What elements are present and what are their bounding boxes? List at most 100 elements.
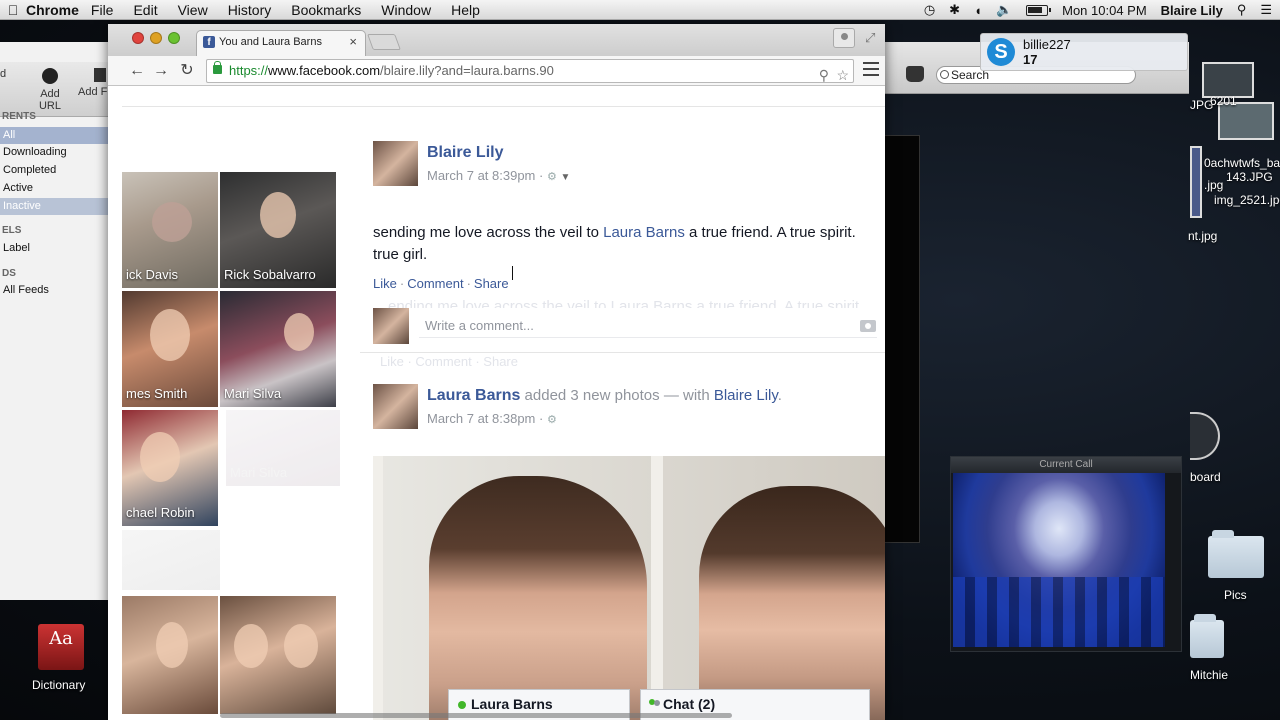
menu-bookmarks[interactable]: Bookmarks [291,2,361,18]
spotlight-icon[interactable]: ⚲ [1237,2,1247,18]
menu-app-name[interactable]: Chrome [26,2,79,18]
post2-tagged-link[interactable]: Blaire Lily [714,387,778,404]
skype-call-window[interactable]: Current Call [950,456,1182,652]
bluetooth-icon[interactable]: ✱ [949,2,960,18]
chrome-menu-icon[interactable] [863,62,879,76]
filter-active[interactable]: Active [0,180,108,197]
commenter-avatar [373,308,409,344]
fullscreen-icon[interactable]: ⤢ [865,30,879,45]
back-arrow-icon[interactable]: ← [126,60,148,82]
privacy-gear-icon[interactable]: ⚙ [547,414,557,426]
friend-tile[interactable]: Rick Sobalvarro [220,172,336,288]
menu-window[interactable]: Window [381,2,431,18]
notification-center-icon[interactable]: ☰ [1260,2,1272,18]
desktop-file-label[interactable]: 143.JPG [1226,170,1273,184]
forward-arrow-icon[interactable]: → [150,60,172,82]
privacy-gear-icon[interactable]: ⚙ [547,171,557,183]
add-url-button[interactable]: Add URL [28,68,72,112]
close-window-button[interactable] [132,32,144,44]
friend-tile-faded[interactable] [122,530,220,590]
friend-tile[interactable] [220,596,336,714]
menu-help[interactable]: Help [451,2,480,18]
pics-folder-label[interactable]: Pics [1224,588,1247,602]
mitchie-folder-icon[interactable] [1190,614,1224,658]
post-divider [360,352,885,353]
post-mention-link[interactable]: Laura Barns [603,224,685,241]
filter-downloading[interactable]: Downloading [0,144,108,161]
toolbar-cut-item[interactable]: d [0,68,10,80]
tab-facebook[interactable]: f You and Laura Barns × [196,30,366,57]
desktop-file-label[interactable]: nt.jpg [1188,229,1217,243]
friend-photo [260,192,296,238]
menu-view[interactable]: View [178,2,208,18]
friend-tile[interactable]: chael Robin [122,410,218,526]
zoom-window-button[interactable] [168,32,180,44]
torrents-section-label: RENTS [2,111,36,122]
friend-photo [156,622,188,668]
time-machine-icon[interactable]: ◷ [924,2,935,18]
add-url-label: Add URL [38,88,61,112]
battery-icon[interactable] [1026,4,1052,16]
post-options-caret-icon[interactable]: ▼ [560,172,570,183]
post2-timestamp[interactable]: March 7 at 8:38pm [427,411,535,426]
filter-completed[interactable]: Completed [0,162,108,179]
friend-tile[interactable]: mes Smith [122,291,218,407]
friend-tile[interactable]: ick Davis [122,172,218,288]
volume-icon[interactable]: 🔈 [996,2,1012,18]
like-link[interactable]: Like [373,276,397,291]
horizontal-scrollbar[interactable] [220,713,732,718]
post-timestamp[interactable]: March 7 at 8:39pm [427,168,535,183]
new-tab-button[interactable] [367,34,401,50]
search-icon[interactable]: ⚲ [819,64,829,82]
friend-tile[interactable] [122,596,218,714]
friend-tile[interactable]: Mari Silva [220,291,336,407]
skype-notification[interactable]: S billie227 17 [980,33,1188,71]
desktop-file-label[interactable]: 0achwtwfs_ba [1204,156,1280,170]
post2-photo[interactable] [373,456,885,720]
reload-icon[interactable]: ↻ [176,60,198,82]
desktop-image-thumb[interactable] [1190,146,1202,218]
post-author-name[interactable]: Blaire Lily [427,144,503,162]
page-viewport[interactable]: ick Davis Rick Sobalvarro mes Smith Mari… [122,86,885,720]
feeds-section-label: DS [2,268,16,279]
address-bar[interactable]: https://www.facebook.com/blaire.lily?and… [206,59,854,83]
friend-tile-faded[interactable]: Mari Silva [226,410,340,486]
dictionary-app-label[interactable]: Dictionary [32,678,85,692]
share-link[interactable]: Share [474,276,509,291]
apple-icon[interactable]:  [2,2,24,18]
phone-icon[interactable] [906,66,924,82]
camera-icon[interactable] [860,320,876,332]
desktop-file-label[interactable]: .jpg [1204,178,1223,192]
minimize-window-button[interactable] [150,32,162,44]
comment-input[interactable]: Write a comment... [419,314,877,338]
wifi-icon[interactable]: ◖ [974,3,982,18]
labels-section-label: ELS [2,225,22,236]
post-body: sending me love across the veil to Laura… [373,222,885,266]
clock[interactable]: Mon 10:04 PM [1062,3,1147,18]
all-feeds-item[interactable]: All Feeds [0,282,108,299]
menu-file[interactable]: File [91,2,114,18]
desktop-image-thumb[interactable] [1202,62,1254,98]
filter-inactive[interactable]: Inactive [0,198,108,215]
filter-all[interactable]: All [0,127,108,144]
dictionary-app-icon[interactable]: Aa [38,624,84,670]
friend-photo [152,202,192,242]
tab-close-icon[interactable]: × [349,31,357,53]
comment-link[interactable]: Comment [407,276,463,291]
menu-edit[interactable]: Edit [133,2,157,18]
bookmark-star-icon[interactable]: ☆ [836,64,849,82]
pics-folder-icon[interactable] [1208,530,1264,578]
desktop-file-label[interactable]: img_2521.jpg [1214,193,1280,207]
friend-name: mes Smith [126,386,188,401]
post2-author-name[interactable]: Laura Barns [427,387,520,404]
mitchie-folder-label[interactable]: Mitchie [1190,668,1228,682]
post2-author-avatar[interactable] [373,384,418,429]
desktop-file-label[interactable]: 6201 [1210,94,1237,108]
menu-history[interactable]: History [228,2,272,18]
post-author-avatar[interactable] [373,141,418,186]
profile-button[interactable] [833,28,855,48]
label-item[interactable]: Label [0,240,108,257]
user-name[interactable]: Blaire Lily [1161,3,1223,18]
post-text-line2: true girl. [373,246,428,263]
dashboard-label[interactable]: board [1190,470,1221,484]
